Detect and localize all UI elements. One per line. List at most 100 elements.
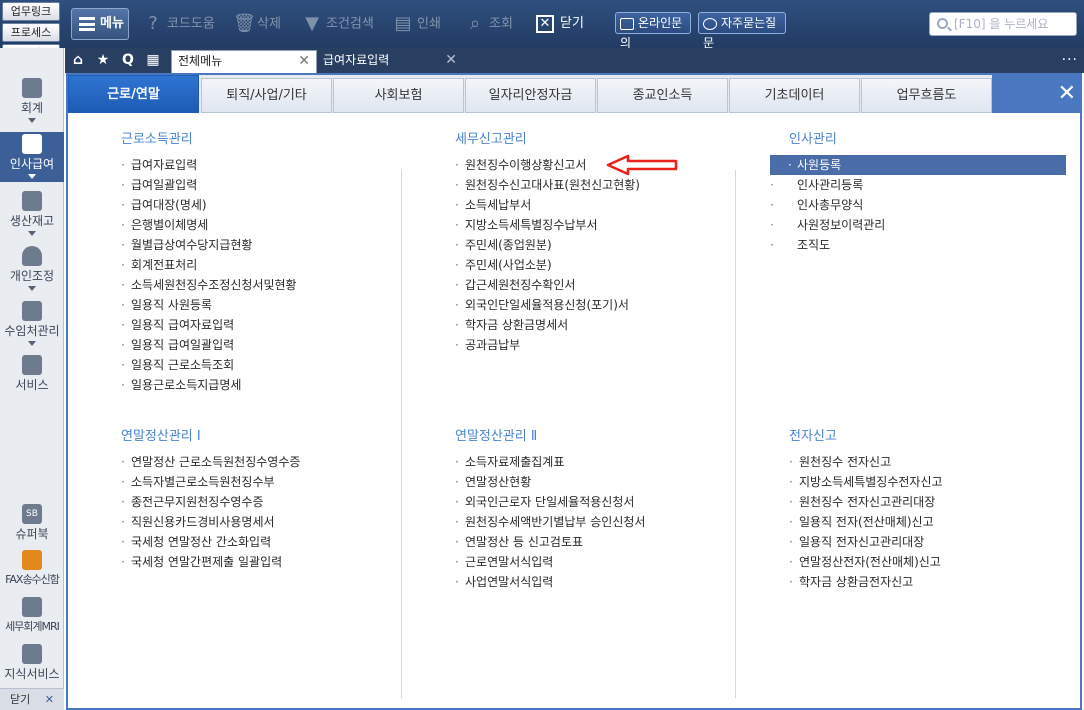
sidebar-close-button[interactable]: 닫기 ✕ [0,688,64,710]
menu-item[interactable]: 연말정산 등 신고검토표 [455,532,695,552]
category-tab-retirement-business[interactable]: 퇴직/사업/기타 [201,78,332,113]
menu-item[interactable]: 회계전표처리 [121,255,361,275]
chevron-down-icon [28,286,36,291]
menu-item[interactable]: 학자금 상환금명세서 [455,315,695,335]
menu-item[interactable]: 인사총무양식 [770,195,1010,215]
menu-item[interactable]: 사원정보이력관리 [770,215,1010,235]
sidebar-item-label: 서비스 [15,378,49,392]
category-tab-base-data[interactable]: 기초데이터 [729,78,860,113]
menu-item-selected[interactable]: 사원등록 [770,155,1066,175]
category-tab-workflow[interactable]: 업무흐름도 [861,78,992,113]
menu-item[interactable]: 연말정산현황 [455,472,695,492]
menu-item[interactable]: 연말정산 근로소득원천징수영수증 [121,452,361,472]
menu-item[interactable]: 외국인단일세율적용신청(포기)서 [455,295,695,315]
menu-item[interactable]: 갑근세원천징수확인서 [455,275,695,295]
tab-all-menu[interactable]: 전체메뉴 ✕ [171,50,317,73]
menu-item[interactable]: 조직도 [770,235,1010,255]
sidebar-item-client-management[interactable]: 수임처관리 [0,301,64,353]
menu-item[interactable]: 직원신용카드경비사용명세서 [121,512,361,532]
more-icon[interactable]: ··· [1062,52,1078,68]
menu-item[interactable]: 소득세원천징수조정신청서및현황 [121,275,361,295]
menu-item[interactable]: 은행별이체명세 [121,215,361,235]
home-icon[interactable]: ⌂ [67,51,89,70]
menu-item[interactable]: 일용직 전자(전산매체)신고 [789,512,1029,532]
inquiry-button[interactable]: ⌕ 조회 [465,12,513,36]
category-tab-job-stability-fund[interactable]: 일자리안정자금 [465,78,596,113]
search-input[interactable]: [F10] 을 누르세요 [929,12,1077,36]
menu-item[interactable]: 원천징수 전자신고 [789,452,1029,472]
menu-item[interactable]: 외국인근로자 단일세율적용신청서 [455,492,695,512]
sidebar-item-superbook[interactable]: SB 슈퍼북 [0,504,64,544]
menu-item[interactable]: 월별급상여수당지급현황 [121,235,361,255]
faq-button[interactable]: 자주묻는질문 [698,12,786,50]
menu-item[interactable]: 연말정산전자(전산매체)신고 [789,552,1029,572]
sidebar-item-hr-payroll[interactable]: 인사급여 [0,132,64,182]
menu-item[interactable]: 원천징수세액반기별납부 승인신청서 [455,512,695,532]
sidebar-item-accounting[interactable]: 회계 [0,78,64,130]
menu-item[interactable]: 근로연말서식입력 [455,552,695,572]
menu-item[interactable]: 사업연말서식입력 [455,572,695,592]
menu-item[interactable]: 공과금납부 [455,335,695,355]
menu-item[interactable]: 종전근무지원천징수영수증 [121,492,361,512]
menu-panel: 근로/연말 퇴직/사업/기타 사회보험 일자리안정자금 종교인소득 기초데이터 … [66,73,1082,710]
grid-icon [22,191,42,211]
menu-button[interactable]: 메뉴 [71,8,129,40]
menu-item[interactable]: 일용직 전자신고관리대장 [789,532,1029,552]
sidebar-item-production-inventory[interactable]: 생산재고 [0,191,64,243]
sidebar-item-tax-mri[interactable]: 세무회계MRI [0,597,64,637]
calendar-icon[interactable]: ▦ [142,51,164,70]
menu-item[interactable]: 급여일괄입력 [121,175,361,195]
delete-label: 삭제 [257,16,281,32]
menu-item[interactable]: 주민세(종업원분) [455,235,695,255]
red-arrow-annotation-icon [606,154,678,176]
quick-business-link-button[interactable]: 업무링크 [2,2,60,21]
chevron-down-icon [28,341,36,346]
menu-item[interactable]: 일용직 사원등록 [121,295,361,315]
condition-search-button[interactable]: ▼ 조건검색 [302,12,374,36]
menu-button-label: 메뉴 [100,16,124,31]
category-tab-labor-yearend[interactable]: 근로/연말 [68,75,199,113]
menu-item[interactable]: 지방소득세특별징수전자신고 [789,472,1029,492]
close-icon[interactable]: ✕ [298,51,310,72]
online-inquiry-button[interactable]: 온라인문의 [615,12,691,50]
close-button[interactable]: ✕ 닫기 [536,12,584,36]
menu-item[interactable]: 인사관리등록 [770,175,1010,195]
close-icon[interactable]: ✕ [445,50,457,71]
menu-item[interactable]: 원천징수신고대사표(원천신고현황) [455,175,695,195]
menu-item[interactable]: 일용직 근로소득조회 [121,355,361,375]
menu-item[interactable]: 급여자료입력 [121,155,361,175]
sidebar-item-personal-adjust[interactable]: 개인조정 [0,246,64,298]
menu-item[interactable]: 학자금 상환금전자신고 [789,572,1029,592]
menu-item[interactable]: 일용직 급여일괄입력 [121,335,361,355]
category-tab-religious-income[interactable]: 종교인소득 [597,78,728,113]
menu-item[interactable]: 소득세납부서 [455,195,695,215]
panel-close-icon[interactable]: ✕ [992,75,1080,113]
menu-item[interactable]: 주민세(사업소분) [455,255,695,275]
group-title: 세무신고관리 [455,132,527,147]
star-icon[interactable]: ★ [92,51,114,70]
code-help-button[interactable]: ? 코드도움 [143,12,215,36]
user-icon [22,246,42,266]
fax-icon [22,550,42,570]
sidebar-item-knowledge-service[interactable]: 지식서비스 [0,644,64,684]
menu-item[interactable]: 일용직 급여자료입력 [121,315,361,335]
tab-payroll-input[interactable]: 급여자료입력 ✕ [317,50,463,73]
quick-process-button[interactable]: 프로세스 [2,23,60,42]
tab-label: 전체메뉴 [178,54,223,68]
menu-item[interactable]: 원천징수 전자신고관리대장 [789,492,1029,512]
menu-item[interactable]: 지방소득세특별징수납부서 [455,215,695,235]
menu-item[interactable]: 급여대장(명세) [121,195,361,215]
q-search-icon[interactable]: Q [117,51,139,70]
menu-item[interactable]: 국세청 연말정산 간소화입력 [121,532,361,552]
menu-item[interactable]: 일용근로소득지급명세 [121,375,361,395]
menu-item[interactable]: 소득자별근로소득원천징수부 [121,472,361,492]
menu-item[interactable]: 국세청 연말간편제출 일괄입력 [121,552,361,572]
sidebar-item-label: 지식서비스 [4,667,60,681]
print-button[interactable]: ▤ 인쇄 [393,12,440,36]
sidebar-item-fax[interactable]: FAX송수신함 [0,550,64,590]
sidebar-item-label: 슈퍼북 [15,527,49,541]
delete-button[interactable]: 🗑삭제 [233,12,281,36]
category-tab-social-insurance[interactable]: 사회보험 [333,78,464,113]
menu-item[interactable]: 소득자료제출집계표 [455,452,695,472]
sidebar-item-service[interactable]: 서비스 [0,355,64,395]
